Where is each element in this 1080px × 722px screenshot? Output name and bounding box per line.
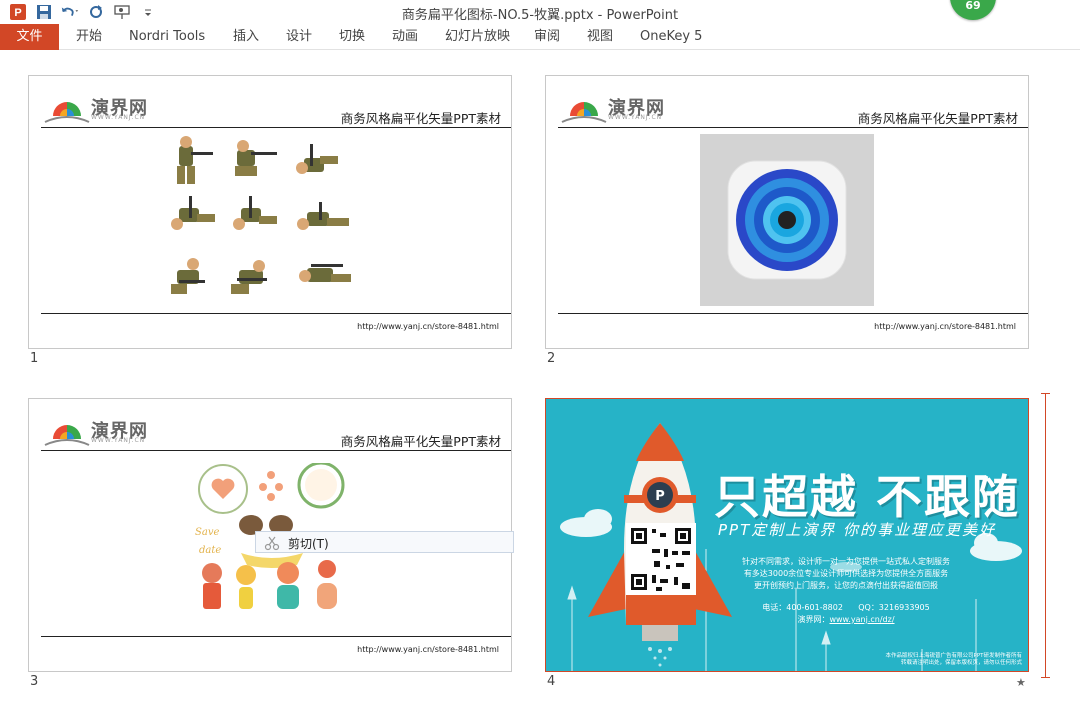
footer-rule — [558, 313, 1028, 314]
tab-animations[interactable]: 动画 — [392, 24, 418, 50]
footer-rule — [41, 313, 511, 314]
logo-subtext: WWW.YANJ.CN — [91, 437, 146, 444]
yanj-logo-icon — [44, 425, 90, 446]
slide4-headline: 只超越 不跟随 — [714, 470, 1021, 524]
footer-url: http://www.yanj.cn/store-8481.html — [357, 322, 499, 331]
slide4-qq: QQ：3216933905 — [858, 603, 930, 612]
tab-insert[interactable]: 插入 — [233, 24, 259, 50]
animation-star-icon: ★ — [1016, 676, 1026, 689]
svg-text:Save: Save — [195, 527, 219, 538]
slide4-website: 演界网：www.yanj.cn/dz/ — [696, 614, 996, 625]
tab-onekey[interactable]: OneKey 5 — [640, 24, 702, 50]
yanj-logo: 演界网 WWW.YANJ.CN — [43, 417, 163, 447]
header-rule — [41, 127, 511, 128]
soldier-sprites-image — [171, 136, 351, 294]
slide4-site-link[interactable]: www.yanj.cn/dz/ — [829, 615, 894, 624]
slide4-contact: 电话：400-601-8802 QQ：3216933905 — [696, 602, 996, 613]
slide4-site-label: 演界网： — [797, 615, 830, 624]
soldier-sprite — [177, 136, 213, 184]
slide-number-3: 3 — [30, 674, 39, 689]
slide4-subheadline: PPT定制上演界 你的事业理应更美好 — [718, 521, 997, 539]
tab-nordri-tools[interactable]: Nordri Tools — [129, 24, 205, 50]
slide4-phone: 电话：400-601-8802 — [762, 603, 843, 612]
context-menu: 剪切(T) — [255, 531, 514, 553]
yanj-logo: 演界网 WWW.YANJ.CN — [43, 94, 163, 124]
slide-number-4: 4 — [547, 674, 556, 689]
slide-caption: 商务风格扁平化矢量PPT素材 — [340, 434, 501, 449]
slide4-line-3: 更开创预约上门服务，让您的点滴付出获得超值回报 — [754, 581, 938, 590]
tab-view[interactable]: 视图 — [587, 24, 613, 50]
yanj-logo-icon — [561, 102, 607, 123]
hearts-cluster — [259, 471, 283, 501]
slide-caption: 商务风格扁平化矢量PPT素材 — [340, 111, 501, 126]
slide-selection-bar[interactable] — [1045, 393, 1046, 677]
tab-design[interactable]: 设计 — [286, 24, 312, 50]
slide-thumbnail-1[interactable]: 演界网 WWW.YANJ.CN 商务风格扁平化矢量PPT素材 http://ww… — [28, 75, 512, 349]
slide-thumbnail-2[interactable]: 演界网 WWW.YANJ.CN 商务风格扁平化矢量PPT素材 http://ww… — [545, 75, 1029, 349]
camera-app-icon — [700, 134, 874, 306]
header-rule — [41, 450, 511, 451]
title-bar: P 商务扁平化图标-NO.5-牧翼.pptx - PowerPoint 69 — [0, 0, 1080, 24]
slide-thumbnail-4[interactable]: P 只超越 不跟随 PPT定制上演界 你的事业理应更美好 针对不同需求，设计师一… — [545, 398, 1029, 672]
svg-text:date: date — [199, 545, 221, 556]
tab-slide-show[interactable]: 幻灯片放映 — [445, 24, 510, 50]
logo-subtext: WWW.YANJ.CN — [608, 114, 663, 121]
yanj-logo: 演界网 WWW.YANJ.CN — [560, 94, 680, 124]
footer-rule — [41, 636, 511, 637]
window-title: 商务扁平化图标-NO.5-牧翼.pptx - PowerPoint — [401, 8, 679, 23]
svg-text:P: P — [655, 489, 665, 504]
tab-home[interactable]: 开始 — [76, 24, 102, 50]
exhaust-dots — [648, 647, 672, 667]
header-rule — [558, 127, 1028, 128]
tab-review[interactable]: 审阅 — [534, 24, 560, 50]
ribbon-tabs: 文件 开始 Nordri Tools 插入 设计 切换 动画 幻灯片放映 审阅 … — [0, 24, 1080, 50]
slide-caption: 商务风格扁平化矢量PPT素材 — [857, 111, 1018, 126]
slide-number-2: 2 — [547, 351, 556, 366]
slide4-line-2: 有多达3000余位专业设计师可供选择为您提供全方面服务 — [743, 569, 949, 578]
selection-bar-bottom-cap — [1041, 677, 1050, 678]
tab-file[interactable]: 文件 — [0, 24, 59, 50]
scissors-icon — [264, 536, 280, 551]
slide4-line-1: 针对不同需求，设计师一对一为您提供一站式私人定制服务 — [742, 557, 950, 566]
context-menu-cut[interactable]: 剪切(T) — [288, 535, 329, 552]
logo-subtext: WWW.YANJ.CN — [91, 114, 146, 121]
selection-bar-top-cap — [1041, 393, 1050, 394]
footer-url: http://www.yanj.cn/store-8481.html — [874, 322, 1016, 331]
slide4-fine-print-2: 转载请注明出处，保留本版权页，请勿以任何形式 — [900, 660, 1022, 666]
tab-transitions[interactable]: 切换 — [339, 24, 365, 50]
footer-url: http://www.yanj.cn/store-8481.html — [357, 645, 499, 654]
hello-wreath — [297, 463, 345, 509]
slide-number-1: 1 — [30, 351, 39, 366]
yanj-logo-icon — [44, 102, 90, 123]
